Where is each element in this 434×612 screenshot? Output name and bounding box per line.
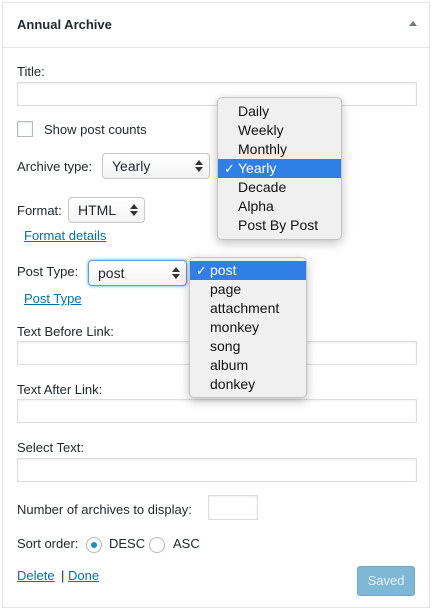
collapse-triangle-icon[interactable]	[409, 21, 417, 26]
widget-header[interactable]: Annual Archive	[3, 3, 429, 48]
widget-title: Annual Archive	[17, 17, 112, 32]
archive-type-option[interactable]: Alpha	[218, 197, 341, 216]
sort-desc-label: DESC	[109, 536, 146, 551]
select-text-input[interactable]	[17, 458, 417, 482]
title-label: Title:	[17, 64, 45, 79]
archive-type-label: Archive type:	[17, 159, 93, 174]
archive-type-option[interactable]: Weekly	[218, 121, 341, 140]
post-type-option[interactable]: monkey	[190, 318, 306, 337]
post-type-option[interactable]: song	[190, 337, 306, 356]
format-details-link[interactable]: Format details	[24, 228, 106, 243]
num-archives-label: Number of archives to display:	[17, 502, 192, 517]
format-label: Format:	[17, 203, 62, 218]
archive-type-select[interactable]: Yearly	[102, 153, 210, 179]
post-type-value: post	[98, 265, 125, 281]
checkmark-icon: ✓	[224, 161, 235, 176]
post-type-option[interactable]: attachment	[190, 299, 306, 318]
archive-type-option[interactable]: Post By Post	[218, 216, 341, 235]
select-arrows-icon	[172, 267, 180, 279]
archive-type-option-selected[interactable]: ✓ Yearly	[218, 159, 341, 178]
post-type-option[interactable]: donkey	[190, 375, 306, 394]
footer-separator: |	[61, 568, 65, 583]
sort-order-label: Sort order:	[17, 536, 79, 551]
archive-type-option[interactable]: Monthly	[218, 140, 341, 159]
sort-desc-radio[interactable]	[86, 537, 102, 553]
num-archives-input[interactable]	[208, 495, 258, 520]
text-after-link-input[interactable]	[17, 399, 417, 423]
show-post-counts-label: Show post counts	[44, 122, 147, 137]
text-after-link-label: Text After Link:	[17, 382, 103, 397]
select-arrows-icon	[195, 160, 203, 172]
archive-type-option[interactable]: Decade	[218, 178, 341, 197]
post-type-dropdown: ✓ post page attachment monkey song album …	[189, 257, 307, 398]
format-select[interactable]: HTML	[68, 197, 145, 223]
checkmark-icon: ✓	[196, 263, 207, 278]
delete-link[interactable]: Delete	[17, 568, 55, 583]
archive-type-dropdown: Daily Weekly Monthly ✓ Yearly Decade Alph…	[217, 97, 342, 240]
select-arrows-icon	[130, 204, 138, 216]
post-type-option[interactable]: page	[190, 280, 306, 299]
post-type-link[interactable]: Post Type	[24, 291, 82, 306]
select-text-label: Select Text:	[17, 440, 84, 455]
sort-asc-label: ASC	[173, 536, 200, 551]
show-post-counts-checkbox[interactable]	[17, 121, 33, 137]
format-value: HTML	[78, 202, 117, 218]
post-type-label: Post Type:	[17, 264, 79, 279]
done-link[interactable]: Done	[68, 568, 99, 583]
archive-type-option[interactable]: Daily	[218, 102, 341, 121]
post-type-select[interactable]: post	[88, 260, 187, 286]
text-before-link-label: Text Before Link:	[17, 324, 114, 339]
post-type-option[interactable]: album	[190, 356, 306, 375]
archive-type-value: Yearly	[112, 158, 151, 174]
post-type-option-selected[interactable]: ✓ post	[190, 261, 306, 280]
sort-asc-radio[interactable]	[149, 537, 165, 553]
saved-button[interactable]: Saved	[357, 566, 415, 596]
